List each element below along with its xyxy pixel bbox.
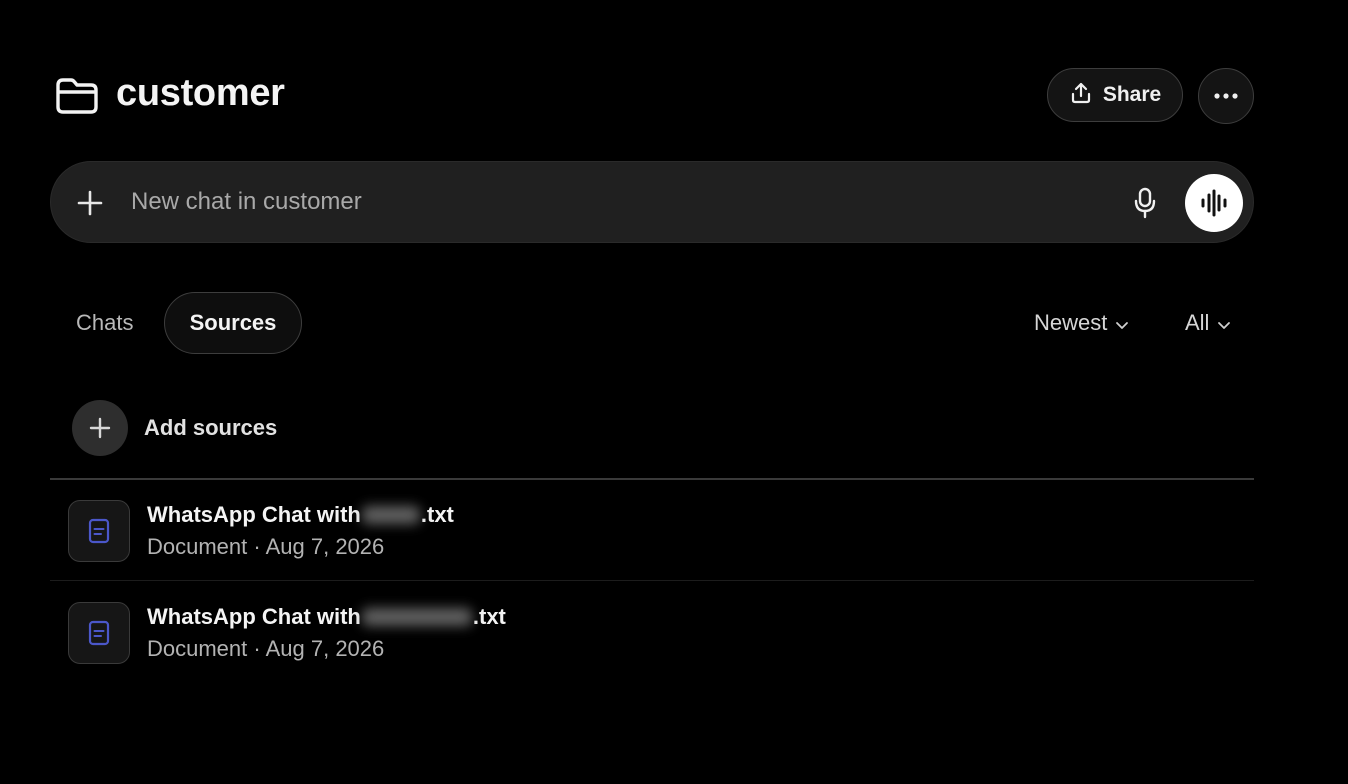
share-button[interactable]: Share [1047,68,1183,122]
add-sources-label: Add sources [144,415,278,440]
sort-dropdown[interactable]: Newest [1034,304,1129,342]
plus-icon [72,400,128,456]
chevron-down-icon [1115,310,1129,336]
redacted-name [361,506,420,524]
source-list-item[interactable]: WhatsApp Chat with .txt Document · Aug 7,… [50,584,1254,680]
row-divider [50,580,1254,581]
type-filter-dropdown[interactable]: All [1185,304,1231,342]
source-title: WhatsApp Chat with .txt [147,502,454,528]
document-icon [68,500,130,562]
composer-plus-button[interactable] [73,186,107,220]
source-title-suffix: .txt [472,604,506,629]
section-divider [50,478,1254,480]
project-page: customer Share New chat in customer Chat… [0,0,1348,784]
redacted-name [361,608,472,626]
chevron-down-icon [1217,310,1231,336]
microphone-button[interactable] [1127,184,1163,222]
plus-icon [77,190,103,216]
voice-waveform-icon [1201,189,1227,217]
more-horizontal-icon [1213,87,1239,105]
tab-chats[interactable]: Chats [62,292,147,354]
type-filter-label: All [1185,310,1210,335]
project-header: customer Share [54,66,1254,126]
new-chat-composer [50,161,1254,243]
new-chat-input[interactable] [131,182,1091,222]
more-options-button[interactable] [1198,68,1254,124]
folder-icon [54,76,102,116]
page-title: customer [116,72,285,114]
source-meta: Document · Aug 7, 2026 [147,534,385,559]
source-title: WhatsApp Chat with .txt [147,604,506,630]
source-title-prefix: WhatsApp Chat with [147,502,361,527]
upload-icon [1069,81,1093,110]
add-sources-button[interactable]: Add sources [72,400,277,456]
sort-dropdown-label: Newest [1034,310,1108,335]
source-list-item[interactable]: WhatsApp Chat with .txt Document · Aug 7,… [50,482,1254,578]
voice-mode-button[interactable] [1185,174,1243,232]
source-title-prefix: WhatsApp Chat with [147,604,361,629]
document-icon [68,602,130,664]
microphone-icon [1134,187,1156,219]
source-meta: Document · Aug 7, 2026 [147,636,385,661]
share-button-label: Share [1102,83,1162,106]
tab-sources[interactable]: Sources [164,292,302,354]
source-title-suffix: .txt [420,502,454,527]
